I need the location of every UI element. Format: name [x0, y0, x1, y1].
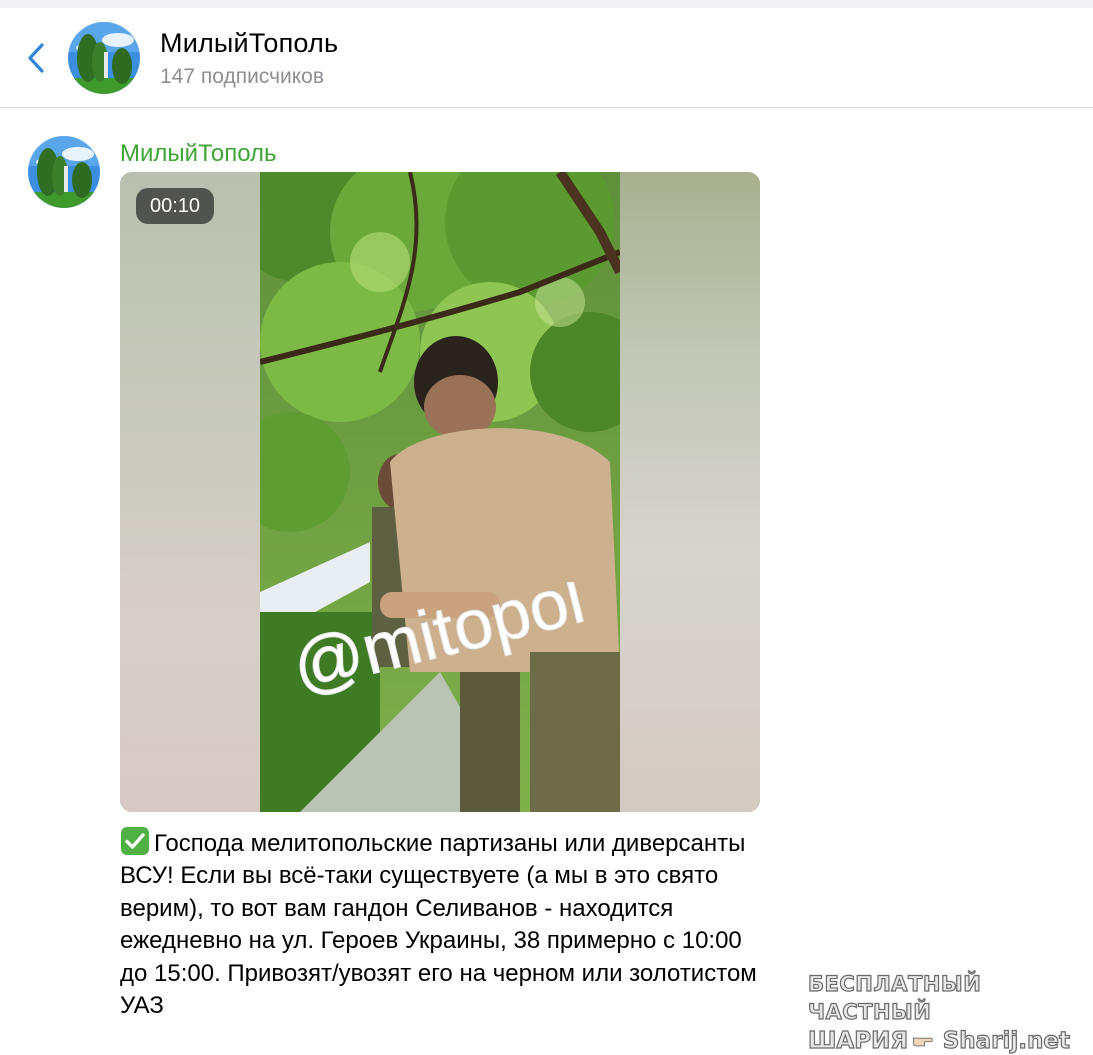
sender-name[interactable]: МилыйТополь: [120, 140, 277, 168]
site-watermark: БЕСПЛАТНЫЙ ЧАСТНЫЙ ШАРИЯ Sharij.net: [807, 970, 1070, 1055]
caption-text: Господа мелитопольские партизаны или див…: [120, 830, 757, 1020]
video-blur-right: [620, 172, 760, 812]
status-strip: [0, 0, 1093, 8]
video-player[interactable]: 00:10 @mitopol: [120, 172, 760, 812]
video-frame: [260, 172, 620, 812]
subscriber-count: 147 подписчиков: [160, 65, 325, 88]
channel-title[interactable]: МилыйТополь: [160, 28, 338, 59]
chevron-left-icon: [28, 43, 44, 73]
pointing-hand-icon: [913, 1037, 933, 1047]
video-blur-left: [120, 172, 260, 812]
watermark-line2-left: ШАРИЯ: [807, 1027, 909, 1054]
channel-avatar[interactable]: [68, 22, 140, 94]
video-duration: 00:10: [136, 188, 215, 224]
video-watermark-text: @mitopol: [290, 582, 592, 707]
watermark-line1: БЕСПЛАТНЫЙ ЧАСТНЫЙ: [807, 971, 982, 1024]
svg-text:@mitopol: @mitopol: [290, 582, 592, 707]
check-mark-button-icon: [121, 827, 149, 855]
watermark-line2-right: Sharij.net: [942, 1027, 1070, 1054]
message-caption: Господа мелитопольские партизаны или див…: [120, 826, 760, 1022]
channel-header: МилыйТополь 147 подписчиков: [0, 8, 1093, 108]
back-button[interactable]: [22, 38, 52, 78]
sender-avatar[interactable]: [28, 136, 100, 208]
